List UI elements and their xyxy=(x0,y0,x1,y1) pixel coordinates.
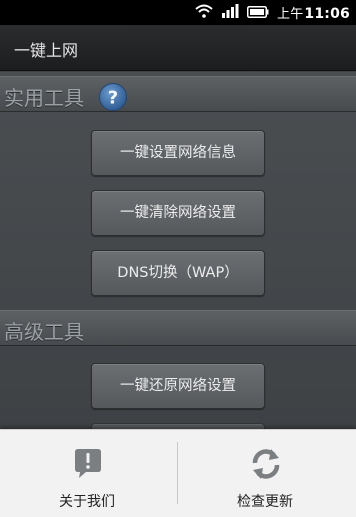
clock-prefix: 上午 xyxy=(277,7,304,22)
one-click-clear-button[interactable]: 一键清除网络设置 xyxy=(91,190,265,236)
one-click-restore-button[interactable]: 一键还原网络设置 xyxy=(91,363,265,409)
section-title-advanced: 高级工具 xyxy=(4,320,84,344)
app-title: 一键上网 xyxy=(14,41,79,60)
dns-switch-button[interactable]: DNS切换（WAP） xyxy=(91,250,265,296)
svg-text:?: ? xyxy=(108,88,118,109)
one-click-setup-button[interactable]: 一键设置网络信息 xyxy=(91,130,265,176)
section-header-advanced: 高级工具 xyxy=(0,310,356,346)
section-title-practical: 实用工具 xyxy=(4,86,84,110)
signal-icon xyxy=(221,3,239,22)
menu-label-about: 关于我们 xyxy=(59,494,115,510)
title-bar: 一键上网 xyxy=(0,25,356,71)
menu-item-about[interactable]: 关于我们 xyxy=(0,430,178,517)
section-header-practical: 实用工具 ? xyxy=(0,76,356,112)
status-bar: 上午11:06 xyxy=(0,0,356,25)
clock-time: 11:06 xyxy=(304,6,350,22)
menu-item-check-update[interactable]: 检查更新 xyxy=(178,430,356,517)
question-icon[interactable]: ? xyxy=(98,82,128,112)
menu-label-check-update: 检查更新 xyxy=(237,494,293,510)
status-clock: 上午11:06 xyxy=(277,3,350,22)
options-menu: 关于我们 检查更新 xyxy=(0,429,356,517)
info-icon xyxy=(71,447,105,481)
battery-icon xyxy=(247,3,269,22)
status-icons: 上午11:06 xyxy=(187,3,350,22)
wifi-icon xyxy=(195,3,213,22)
refresh-icon xyxy=(249,447,283,481)
